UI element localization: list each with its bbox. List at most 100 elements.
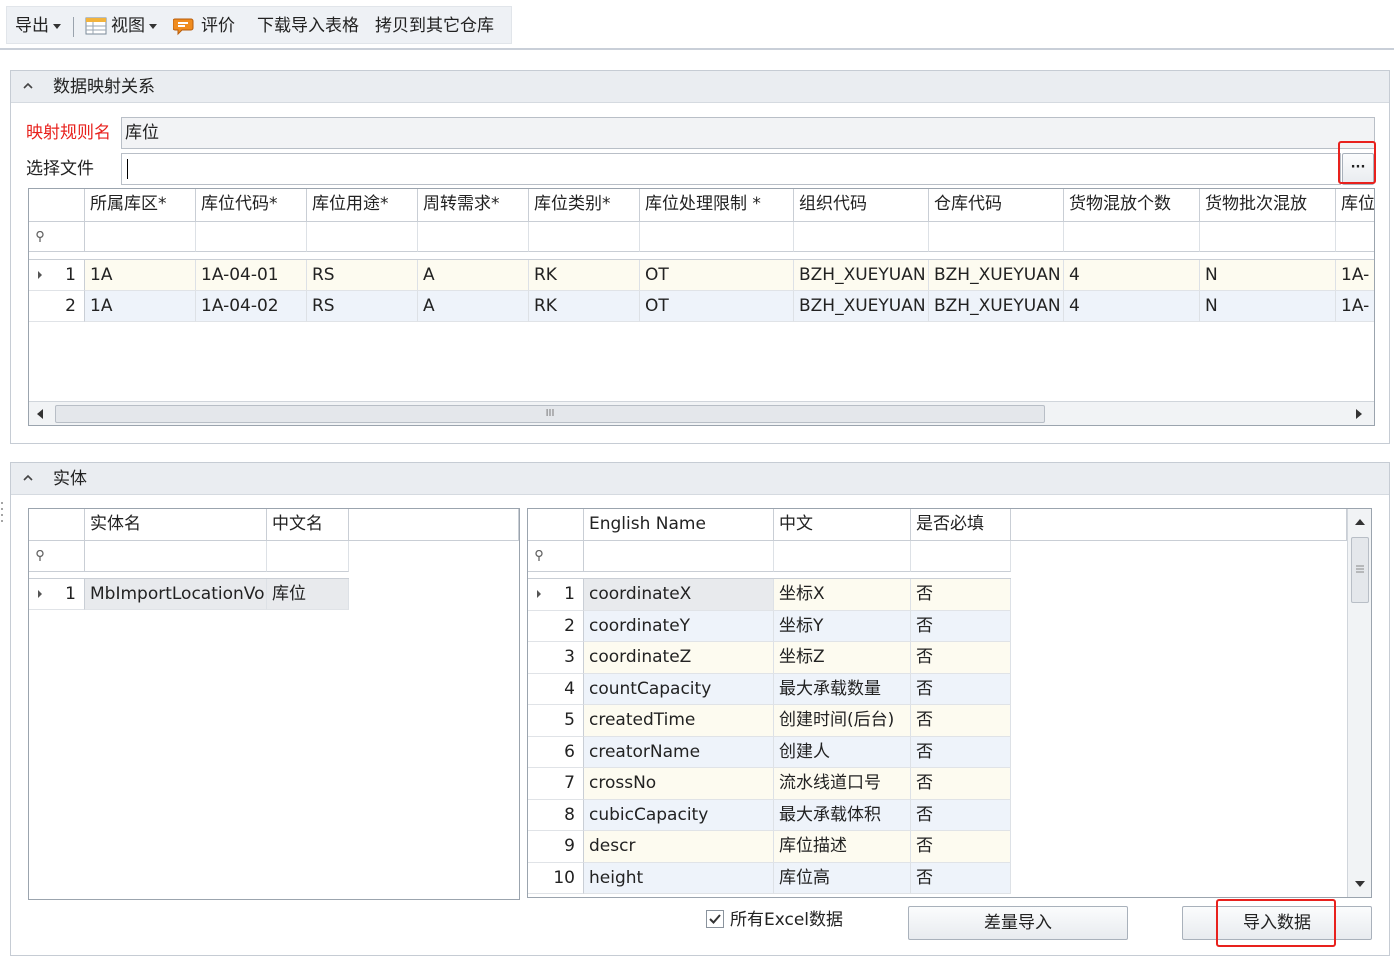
grid-cell[interactable]: 1A (85, 291, 196, 322)
copy-to-warehouse-button[interactable]: 拷贝到其它仓库 (375, 7, 494, 45)
grid-cell[interactable]: 否 (911, 736, 1011, 768)
chevron-up-icon[interactable] (23, 81, 33, 91)
grid-cell[interactable]: coordinateX (584, 579, 774, 611)
grid-cell[interactable]: createdTime (584, 705, 774, 737)
grid-cell[interactable]: 4 (1064, 291, 1200, 322)
grid-cell[interactable]: N (1200, 291, 1336, 322)
grid-cell[interactable]: BZH_XUEYUAN (929, 291, 1064, 322)
row-indicator[interactable]: 2 (29, 291, 85, 322)
row-indicator[interactable]: 8 (528, 799, 584, 831)
filter-cell[interactable] (267, 541, 349, 572)
grid-cell[interactable]: BZH_XUEYUAN (794, 260, 929, 291)
diff-import-button[interactable]: 差量导入 (908, 906, 1128, 940)
row-indicator[interactable]: 1 (29, 260, 85, 291)
grid-cell[interactable]: 1A-04-02 (196, 291, 307, 322)
grid-cell[interactable]: BZH_XUEYUAN (794, 291, 929, 322)
column-header[interactable]: 货物混放个数 (1064, 189, 1200, 222)
filter-cell[interactable] (774, 541, 911, 572)
fields-scroll-thumb[interactable] (1351, 537, 1369, 603)
grid-cell[interactable]: 坐标Y (774, 610, 911, 642)
grid-cell[interactable]: coordinateY (584, 610, 774, 642)
scroll-right-icon[interactable] (1354, 408, 1364, 420)
grid-cell[interactable]: 否 (911, 610, 1011, 642)
column-header[interactable]: English Name (584, 509, 774, 541)
grid-cell[interactable]: crossNo (584, 768, 774, 800)
grid-cell[interactable]: 否 (911, 705, 1011, 737)
scroll-left-icon[interactable] (35, 408, 45, 420)
filter-cell[interactable] (1200, 222, 1336, 252)
filter-cell[interactable] (85, 541, 267, 572)
scroll-up-icon[interactable] (1354, 517, 1366, 527)
scroll-down-icon[interactable] (1354, 879, 1366, 889)
mapping-group-header[interactable]: 数据映射关系 (11, 71, 1389, 103)
column-header[interactable]: 中文名 (267, 509, 349, 541)
grid-cell[interactable]: height (584, 862, 774, 894)
grid-cell[interactable]: coordinateZ (584, 642, 774, 674)
rule-name-field[interactable]: 库位 (121, 117, 1375, 149)
entity-group-header[interactable]: 实体 (11, 463, 1389, 495)
grid-cell[interactable]: cubicCapacity (584, 799, 774, 831)
view-menu-button[interactable]: 视图 (85, 7, 157, 45)
grid-cell[interactable]: 1A-04-01 (196, 260, 307, 291)
grid-cell[interactable]: 否 (911, 768, 1011, 800)
export-menu-button[interactable]: 导出 (15, 7, 61, 45)
filter-cell[interactable] (418, 222, 529, 252)
grid-cell[interactable]: A (418, 260, 529, 291)
grid-cell[interactable]: A (418, 291, 529, 322)
grid-cell[interactable]: 库位描述 (774, 831, 911, 863)
filter-cell[interactable] (529, 222, 640, 252)
download-template-button[interactable]: 下载导入表格 (257, 7, 359, 45)
grid-cell[interactable]: 1A (85, 260, 196, 291)
all-excel-label[interactable]: 所有Excel数据 (730, 906, 843, 934)
row-indicator[interactable]: 1 (29, 579, 85, 610)
grid-cell[interactable]: N (1200, 260, 1336, 291)
filter-cell[interactable] (85, 222, 196, 252)
grid-cell[interactable]: 否 (911, 673, 1011, 705)
grid-cell[interactable]: 库位 (267, 579, 349, 610)
filter-cell[interactable] (196, 222, 307, 252)
grid-cell[interactable]: RS (307, 260, 418, 291)
column-header[interactable]: 组织代码 (794, 189, 929, 222)
grid-cell[interactable]: 库位高 (774, 862, 911, 894)
grid-cell[interactable]: countCapacity (584, 673, 774, 705)
grid-cell[interactable]: 1A- (1336, 291, 1374, 322)
grid-cell[interactable]: RK (529, 260, 640, 291)
filter-cell[interactable] (929, 222, 1064, 252)
grid-cell[interactable]: 否 (911, 862, 1011, 894)
grid-cell[interactable]: OT (640, 260, 794, 291)
grid-cell[interactable]: 坐标X (774, 579, 911, 611)
row-indicator[interactable]: 9 (528, 831, 584, 863)
grid-cell[interactable]: 4 (1064, 260, 1200, 291)
column-header[interactable]: 实体名 (85, 509, 267, 541)
row-indicator[interactable]: 1 (528, 579, 584, 611)
grid-cell[interactable]: RS (307, 291, 418, 322)
column-header[interactable]: 库位 (1336, 189, 1374, 222)
filter-cell[interactable] (911, 541, 1011, 572)
column-header[interactable]: 库位类别* (529, 189, 640, 222)
row-indicator[interactable]: 4 (528, 673, 584, 705)
filter-cell[interactable] (794, 222, 929, 252)
filter-cell[interactable] (1336, 222, 1374, 252)
column-header[interactable]: 周转需求* (418, 189, 529, 222)
grid-cell[interactable]: RK (529, 291, 640, 322)
column-header[interactable]: 中文 (774, 509, 911, 541)
grid-cell[interactable]: 创建时间(后台) (774, 705, 911, 737)
grid-cell[interactable]: 否 (911, 642, 1011, 674)
chevron-up-icon[interactable] (23, 473, 33, 483)
mapping-horizontal-scrollbar[interactable]: III (29, 401, 1374, 425)
filter-cell[interactable] (640, 222, 794, 252)
column-header[interactable]: 库位代码* (196, 189, 307, 222)
filter-cell[interactable] (1064, 222, 1200, 252)
grid-cell[interactable]: 否 (911, 579, 1011, 611)
row-indicator[interactable]: 6 (528, 736, 584, 768)
all-excel-checkbox[interactable] (706, 910, 724, 928)
column-header[interactable]: 货物批次混放 (1200, 189, 1336, 222)
grid-cell[interactable]: creatorName (584, 736, 774, 768)
column-header[interactable]: 库位处理限制 * (640, 189, 794, 222)
column-header[interactable]: 库位用途* (307, 189, 418, 222)
grid-cell[interactable]: 坐标Z (774, 642, 911, 674)
splitter-grip[interactable] (688, 450, 710, 464)
column-header[interactable]: 是否必填 (911, 509, 1011, 541)
grid-cell[interactable]: 否 (911, 831, 1011, 863)
row-indicator[interactable]: 2 (528, 610, 584, 642)
